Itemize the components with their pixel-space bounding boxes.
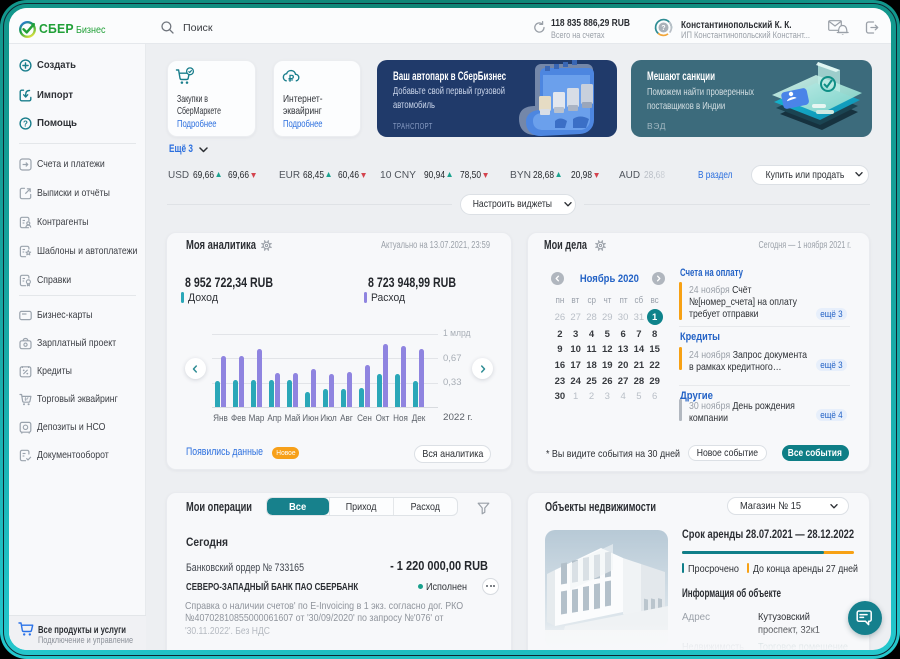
svg-text:₽: ₽ [288,73,294,83]
svg-text:?: ? [23,119,28,128]
svg-text:?: ? [661,25,665,32]
